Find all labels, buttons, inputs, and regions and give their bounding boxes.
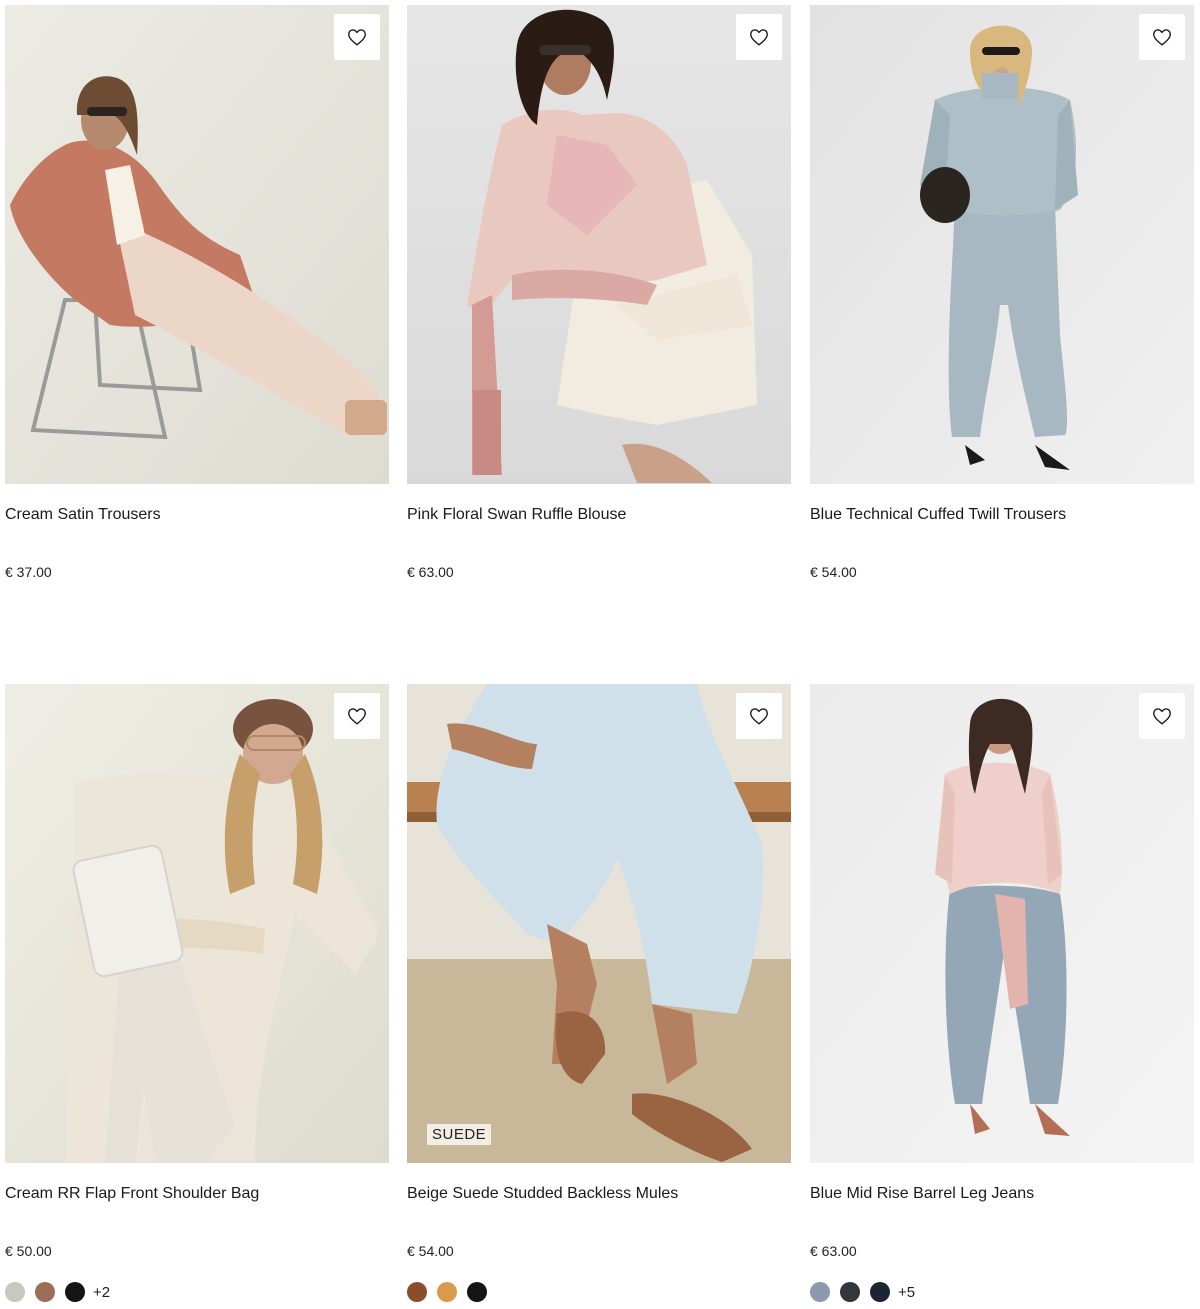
- heart-icon: [750, 29, 768, 46]
- product-price: € 37.00: [5, 564, 52, 580]
- product-title[interactable]: Pink Floral Swan Ruffle Blouse: [407, 505, 626, 525]
- product-card[interactable]: Cream Satin Trousers € 37.00: [5, 5, 389, 580]
- colour-swatch[interactable]: [870, 1282, 890, 1302]
- product-image[interactable]: [5, 684, 389, 1163]
- product-photo: [407, 5, 791, 484]
- product-image[interactable]: [810, 684, 1194, 1163]
- colour-swatch[interactable]: [65, 1282, 85, 1302]
- product-image[interactable]: [810, 5, 1194, 484]
- heart-icon: [1153, 29, 1171, 46]
- colour-swatch[interactable]: [840, 1282, 860, 1302]
- colour-swatch[interactable]: [35, 1282, 55, 1302]
- product-card[interactable]: Pink Floral Swan Ruffle Blouse € 63.00: [407, 5, 791, 580]
- product-photo: [5, 5, 389, 484]
- product-card[interactable]: Blue Technical Cuffed Twill Trousers € 5…: [810, 5, 1194, 580]
- product-price: € 54.00: [810, 564, 857, 580]
- product-grid: Cream Satin Trousers € 37.00 Pink Floral…: [0, 0, 1200, 1309]
- favourite-button[interactable]: [736, 14, 782, 60]
- colour-swatch[interactable]: [810, 1282, 830, 1302]
- more-colours-count[interactable]: +2: [93, 1284, 110, 1301]
- favourite-button[interactable]: [334, 14, 380, 60]
- favourite-button[interactable]: [1139, 14, 1185, 60]
- colour-swatch[interactable]: [407, 1282, 427, 1302]
- product-photo: [407, 684, 791, 1163]
- product-title[interactable]: Cream RR Flap Front Shoulder Bag: [5, 1184, 259, 1204]
- product-card[interactable]: Cream RR Flap Front Shoulder Bag € 50.00…: [5, 684, 389, 1302]
- colour-swatches: +5: [810, 1281, 915, 1303]
- product-title[interactable]: Beige Suede Studded Backless Mules: [407, 1184, 678, 1204]
- product-title[interactable]: Cream Satin Trousers: [5, 505, 161, 525]
- heart-icon: [348, 29, 366, 46]
- product-price: € 50.00: [5, 1243, 52, 1259]
- product-card[interactable]: SUEDE Beige Suede Studded Backless Mules…: [407, 684, 791, 1302]
- colour-swatches: +2: [5, 1281, 110, 1303]
- product-price: € 63.00: [810, 1243, 857, 1259]
- product-image[interactable]: [407, 5, 791, 484]
- heart-icon: [1153, 708, 1171, 725]
- product-photo: [810, 5, 1194, 484]
- colour-swatch[interactable]: [437, 1282, 457, 1302]
- product-price: € 63.00: [407, 564, 454, 580]
- favourite-button[interactable]: [736, 693, 782, 739]
- favourite-button[interactable]: [334, 693, 380, 739]
- favourite-button[interactable]: [1139, 693, 1185, 739]
- product-title[interactable]: Blue Mid Rise Barrel Leg Jeans: [810, 1184, 1034, 1204]
- more-colours-count[interactable]: +5: [898, 1284, 915, 1301]
- product-image[interactable]: SUEDE: [407, 684, 791, 1163]
- product-card[interactable]: Blue Mid Rise Barrel Leg Jeans € 63.00 +…: [810, 684, 1194, 1302]
- product-price: € 54.00: [407, 1243, 454, 1259]
- product-photo: [810, 684, 1194, 1163]
- heart-icon: [348, 708, 366, 725]
- colour-swatch[interactable]: [467, 1282, 487, 1302]
- product-title[interactable]: Blue Technical Cuffed Twill Trousers: [810, 505, 1066, 525]
- product-photo: [5, 684, 389, 1163]
- material-badge: SUEDE: [427, 1124, 492, 1145]
- product-image[interactable]: [5, 5, 389, 484]
- colour-swatch[interactable]: [5, 1282, 25, 1302]
- colour-swatches: [407, 1281, 497, 1303]
- heart-icon: [750, 708, 768, 725]
